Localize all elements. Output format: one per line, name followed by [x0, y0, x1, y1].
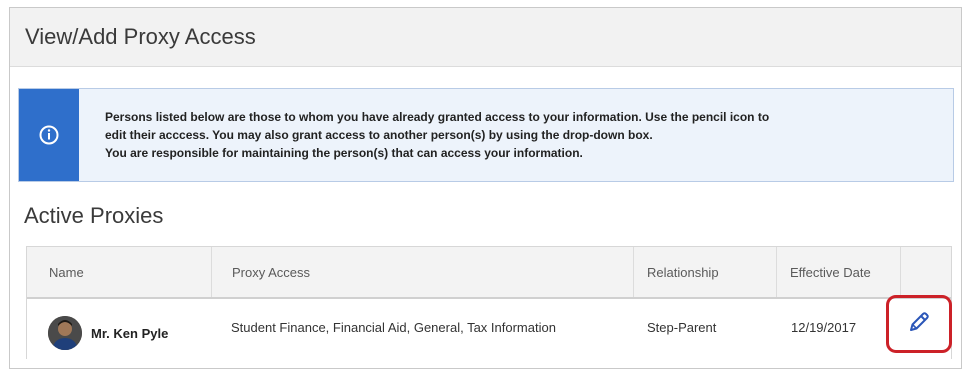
edit-proxy-button[interactable] [886, 295, 952, 353]
column-header-proxy-access: Proxy Access [232, 265, 311, 280]
info-line: edit their acccess. You may also grant a… [105, 128, 653, 142]
column-header-name: Name [49, 265, 84, 280]
table-header: Name Proxy Access Relationship Effective… [27, 247, 951, 299]
column-divider [633, 247, 634, 297]
relationship-value: Step-Parent [647, 320, 717, 335]
proxy-access-value: Student Finance, Financial Aid, General,… [231, 320, 556, 335]
pencil-icon [910, 312, 929, 331]
info-message: Persons listed below are those to whom y… [18, 88, 954, 182]
page-header: View/Add Proxy Access [10, 8, 961, 67]
proxy-access-panel: View/Add Proxy Access Persons listed bel… [9, 7, 962, 369]
info-strip [19, 89, 79, 181]
avatar [48, 316, 82, 350]
proxy-name: Mr. Ken Pyle [91, 326, 169, 341]
column-header-relationship: Relationship [647, 265, 719, 280]
info-text: Persons listed below are those to whom y… [105, 108, 937, 162]
column-divider [900, 247, 901, 297]
avatar-image [48, 316, 82, 350]
column-header-effective-date: Effective Date [790, 265, 871, 280]
info-line: Persons listed below are those to whom y… [105, 110, 770, 124]
column-divider [211, 247, 212, 297]
section-title: Active Proxies [24, 203, 164, 228]
proxies-table: Name Proxy Access Relationship Effective… [26, 246, 952, 359]
effective-date-value: 12/19/2017 [791, 320, 857, 335]
info-line: You are responsible for maintaining the … [105, 146, 583, 160]
info-icon [39, 125, 59, 145]
page-title: View/Add Proxy Access [25, 24, 256, 49]
table-row: Mr. Ken Pyle Student Finance, Financial … [27, 295, 952, 359]
column-divider [776, 247, 777, 297]
